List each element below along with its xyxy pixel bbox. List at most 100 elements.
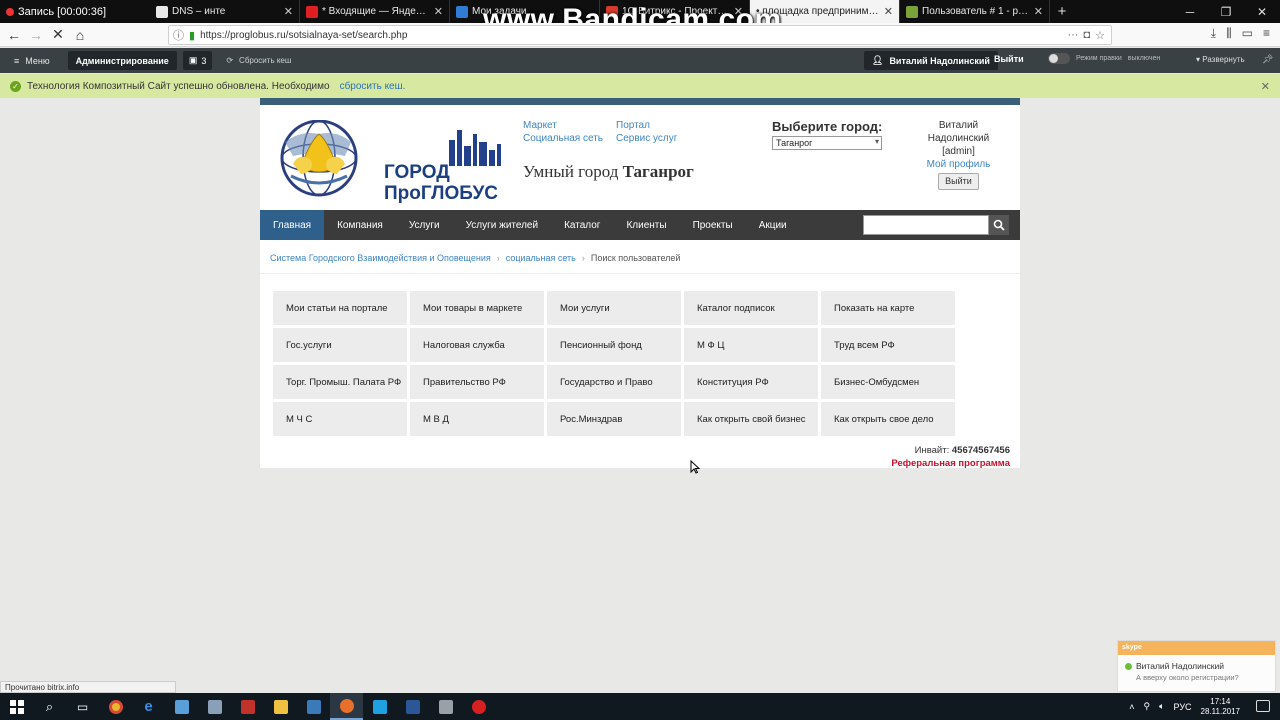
forward-arrow-icon[interactable]: → (25, 24, 47, 46)
browser-tab[interactable]: * Входящие — Яндекс.Почта ✕ (300, 0, 450, 23)
toggle-switch[interactable] (1048, 53, 1070, 64)
reset-cache-button[interactable]: ⟳ Сбросить кеш (226, 56, 291, 65)
home-icon[interactable]: ⌂ (69, 24, 91, 46)
tray-chevron-icon[interactable]: ˄ (1129, 702, 1134, 712)
portal-link[interactable]: Портал (616, 119, 677, 132)
logout-button[interactable]: Выйти (938, 173, 979, 190)
service-tile[interactable]: Налоговая служба (410, 328, 544, 362)
social-network-link[interactable]: Социальная сеть (523, 132, 603, 145)
service-tile[interactable]: Как открыть свое дело (821, 402, 955, 436)
nav-item-clients[interactable]: Клиенты (613, 210, 679, 240)
service-tile[interactable]: Гос.услуги (273, 328, 407, 362)
admin-exit-button[interactable]: Выйти (994, 54, 1024, 64)
pin-icon[interactable]: 📌︎ (1262, 54, 1273, 65)
service-tile[interactable]: Как открыть свой бизнес (684, 402, 818, 436)
bandicam-icon[interactable] (462, 693, 495, 720)
service-tile[interactable]: Рос.Минздрав (547, 402, 681, 436)
service-tile[interactable]: Труд всем РФ (821, 328, 955, 362)
site-logo[interactable]: ГОРОД ПроГЛОБУС (271, 119, 503, 204)
service-tile[interactable]: М Ф Ц (684, 328, 818, 362)
edit-mode-toggle[interactable]: Режим правки выключен (1048, 53, 1160, 64)
nav-item-home[interactable]: Главная (260, 210, 325, 240)
service-tile[interactable]: Правительство РФ (410, 365, 544, 399)
nav-item-promotions[interactable]: Акции (746, 210, 800, 240)
close-icon[interactable]: ✕ (884, 5, 893, 18)
nav-item-catalog[interactable]: Каталог (551, 210, 613, 240)
app-icon[interactable] (165, 693, 198, 720)
service-tile[interactable]: Торг. Промыш. Палата РФ (273, 365, 407, 399)
service-tile[interactable]: Бизнес-Омбудсмен (821, 365, 955, 399)
sidebar-icon[interactable]: ▭ (1242, 26, 1253, 41)
service-tile[interactable]: Показать на карте (821, 291, 955, 325)
close-icon[interactable]: ✕ (434, 5, 443, 18)
stop-loading-icon[interactable]: ✕ (47, 24, 69, 46)
service-tile[interactable]: Конституция РФ (684, 365, 818, 399)
bookmark-star-icon[interactable]: ☆ (1095, 29, 1105, 42)
app-icon[interactable] (297, 693, 330, 720)
nav-item-services[interactable]: Услуги (396, 210, 453, 240)
service-tile[interactable]: Мои услуги (547, 291, 681, 325)
skype-icon[interactable] (363, 693, 396, 720)
new-tab-button[interactable]: + (1050, 0, 1074, 23)
download-icon[interactable]: ⤓ (1211, 26, 1216, 41)
close-window-icon[interactable]: ✕ (1244, 0, 1280, 23)
service-tile[interactable]: М Ч С (273, 402, 407, 436)
service-tile[interactable]: Пенсионный фонд (547, 328, 681, 362)
city-select[interactable]: Таганрог ▾ (772, 136, 882, 150)
browser-tab[interactable]: Пользователь # 1 - proglobus ✕ (900, 0, 1050, 23)
my-profile-link[interactable]: Мой профиль (916, 158, 1001, 171)
page-actions-icon[interactable]: ··· (1067, 29, 1078, 41)
service-link[interactable]: Сервис услуг (616, 132, 677, 145)
skype-notification[interactable]: skype Виталий Надолинский А вверху около… (1117, 640, 1276, 692)
breadcrumb-item[interactable]: социальная сеть (506, 253, 576, 263)
search-icon[interactable]: ⌕ (33, 693, 66, 720)
library-icon[interactable]: ⫼ (1226, 26, 1232, 41)
service-tile[interactable]: Мои статьи на портале (273, 291, 407, 325)
back-arrow-icon[interactable]: ← (3, 24, 25, 46)
reset-cache-link[interactable]: сбросить кеш. (340, 81, 406, 92)
expand-button[interactable]: ▾ Развернуть (1196, 55, 1245, 64)
service-tile[interactable]: Мои товары в маркете (410, 291, 544, 325)
hamburger-menu-icon[interactable]: ≡ (1263, 26, 1270, 41)
maximize-icon[interactable]: ❐ (1208, 0, 1244, 23)
edge-icon[interactable]: e (132, 693, 165, 720)
close-icon[interactable]: ✕ (1034, 5, 1043, 18)
network-icon[interactable]: ⚲ (1144, 701, 1151, 712)
nav-item-projects[interactable]: Проекты (680, 210, 746, 240)
referral-program-link[interactable]: Реферальная программа (891, 457, 1010, 470)
windows-start-icon[interactable] (0, 693, 33, 720)
close-icon[interactable]: ✕ (284, 5, 293, 18)
site-search-input[interactable] (863, 215, 989, 235)
word-icon[interactable] (396, 693, 429, 720)
chrome-icon[interactable] (99, 693, 132, 720)
pocket-icon[interactable]: ◘ (1083, 29, 1090, 41)
notifications-button[interactable]: ▣ 3 (182, 51, 213, 70)
service-tile[interactable]: Каталог подписок (684, 291, 818, 325)
admin-menu-button[interactable]: ≡ Меню (0, 56, 64, 66)
task-view-icon[interactable]: ▭ (66, 693, 99, 720)
nav-item-resident-services[interactable]: Услуги жителей (453, 210, 552, 240)
url-text[interactable]: https://proglobus.ru/sotsialnaya-set/sea… (200, 30, 1062, 41)
browser-tab[interactable]: DNS – инте ✕ (150, 0, 300, 23)
administration-button[interactable]: Администрирование (67, 51, 177, 70)
app-icon[interactable] (429, 693, 462, 720)
app-icon[interactable] (198, 693, 231, 720)
clock[interactable]: 17:14 28.11.2017 (1201, 697, 1240, 717)
service-tile[interactable]: М В Д (410, 402, 544, 436)
file-explorer-icon[interactable] (264, 693, 297, 720)
address-bar[interactable]: ⓘ ▮ https://proglobus.ru/sotsialnaya-set… (168, 25, 1112, 45)
volume-icon[interactable]: 🔈︎ (1159, 701, 1164, 712)
admin-user-button[interactable]: 👤︎ Виталий Надолинский (864, 51, 998, 70)
market-link[interactable]: Маркет (523, 119, 603, 132)
search-button[interactable] (989, 215, 1009, 235)
close-icon[interactable]: ✕ (1261, 80, 1270, 93)
minimize-icon[interactable]: ─ (1172, 0, 1208, 23)
language-indicator[interactable]: РУС (1174, 702, 1192, 712)
info-icon[interactable]: ⓘ (173, 27, 184, 43)
firefox-icon[interactable] (330, 693, 363, 720)
service-tile[interactable]: Государство и Право (547, 365, 681, 399)
breadcrumb-item[interactable]: Система Городского Взаимодействия и Опов… (270, 253, 491, 263)
nav-item-company[interactable]: Компания (324, 210, 396, 240)
action-center-icon[interactable] (1256, 700, 1270, 712)
filezilla-icon[interactable] (231, 693, 264, 720)
